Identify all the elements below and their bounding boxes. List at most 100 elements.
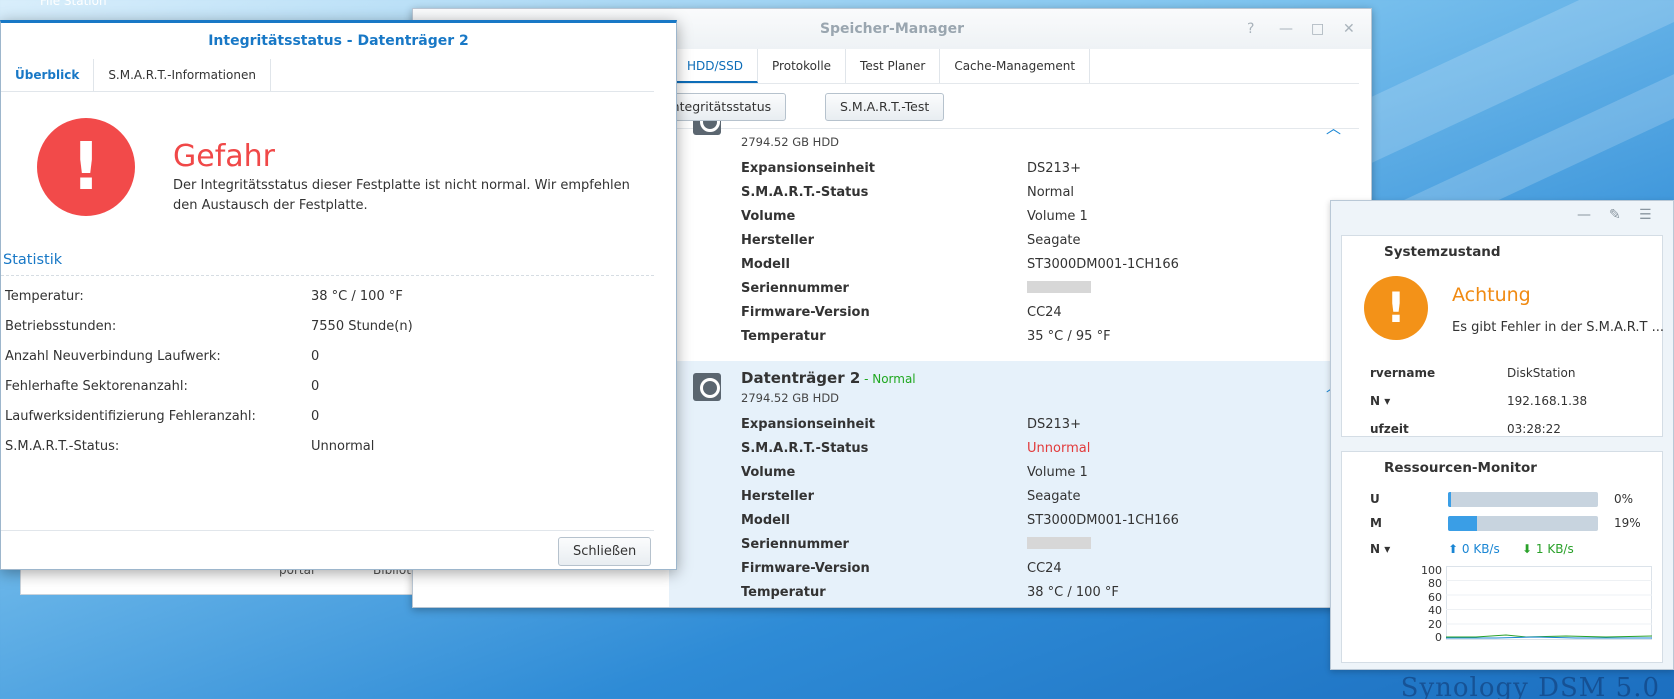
disk-2-size: 2794.52 GB HDD (741, 391, 840, 405)
minimize-icon[interactable]: — (1279, 21, 1293, 37)
row-value: Normal (1027, 185, 1075, 200)
stat-value: 0 (311, 409, 320, 424)
close-icon[interactable]: ✕ (1343, 21, 1355, 37)
stat-key: Laufwerksidentifizierung Fehleranzahl: (5, 409, 256, 424)
y-tick: 40 (1428, 604, 1442, 618)
smart-status-value: Unnormal (1027, 441, 1091, 456)
disk-2-name-text: Datenträger 2 (741, 369, 861, 387)
stat-key: Anzahl Neuverbindung Laufwerk: (5, 349, 221, 364)
serial-redacted (1027, 281, 1091, 297)
uptime-label: ufzeit (1370, 422, 1409, 436)
row-key: Firmware-Version (741, 561, 870, 576)
disk-1-panel[interactable]: 2794.52 GB HDD ︿ Expansionseinheit DS213+… (669, 121, 1355, 359)
row-key: S.M.A.R.T.-Status (741, 185, 869, 200)
stat-value: 0 (311, 379, 320, 394)
stat-value: 7550 Stunde(n) (311, 319, 413, 334)
row-key: Modell (741, 257, 790, 272)
row-key: Volume (741, 209, 796, 224)
collapse-chevron-icon[interactable]: ︿ (1326, 121, 1341, 138)
row-key: Hersteller (741, 489, 815, 504)
cpu-bar (1448, 492, 1598, 507)
cpu-value: 0% (1614, 492, 1634, 506)
dialog-title: Integritätsstatus - Datenträger 2 (208, 33, 469, 49)
cpu-bar-fill (1448, 492, 1451, 507)
smart-test-button[interactable]: S.M.A.R.T.-Test (825, 93, 945, 121)
integrity-status-dialog: Integritätsstatus - Datenträger 2 Überbl… (0, 20, 677, 570)
ip-address-value: 192.168.1.38 (1507, 394, 1588, 408)
disk-1-size: 2794.52 GB HDD (741, 135, 840, 149)
y-tick: 100 (1421, 564, 1442, 577)
y-tick: 0 (1435, 631, 1442, 645)
desktop-label: File Station (40, 0, 107, 8)
server-name-value: DiskStation (1507, 366, 1576, 380)
system-health-heading: Systemzustand (1384, 244, 1501, 260)
tab-overview[interactable]: Überblick (1, 59, 95, 91)
row-value: DS213+ (1027, 417, 1081, 432)
disk-2-panel[interactable]: Datenträger 2 - Normal 2794.52 GB HDD ︿ … (669, 361, 1355, 607)
row-key: Expansionseinheit (741, 417, 875, 432)
storage-manager-tabs: HDD/SSD Protokolle Test Planer Cache-Man… (673, 49, 1091, 83)
y-tick: 80 (1428, 577, 1442, 591)
ram-bar (1448, 516, 1598, 531)
close-button[interactable]: Schließen (558, 537, 652, 566)
y-tick: 60 (1428, 590, 1442, 604)
row-key: Volume (741, 465, 796, 480)
warning-icon: ! (1364, 276, 1428, 340)
lan-dropdown[interactable]: N ▾ (1370, 394, 1390, 408)
stat-value: 0 (311, 349, 320, 364)
resource-monitor-card: Ressourcen-Monitor U 0% M 19% N ▾ ⬆ 0 KB… (1341, 451, 1663, 663)
row-value: Volume 1 (1027, 465, 1088, 480)
widget-toolbar: — ✎ ☰ (1331, 201, 1673, 233)
ram-label: M (1370, 516, 1382, 530)
row-value: 38 °C / 100 °F (1027, 585, 1119, 600)
stat-key: Fehlerhafte Sektorenanzahl: (5, 379, 188, 394)
row-value: 35 °C / 95 °F (1027, 329, 1111, 344)
row-value: ST3000DM001-1CH166 (1027, 257, 1179, 272)
help-icon[interactable]: ? (1247, 21, 1254, 37)
cpu-label: U (1370, 492, 1380, 506)
row-key: Modell (741, 513, 790, 528)
stat-key: S.M.A.R.T.-Status: (5, 439, 120, 454)
ram-bar-fill (1448, 516, 1477, 531)
row-key: S.M.A.R.T.-Status (741, 441, 869, 456)
danger-message: Der Integritätsstatus dieser Festplatte … (173, 178, 630, 213)
network-chart (1446, 566, 1652, 640)
lan-select[interactable]: N ▾ (1370, 542, 1390, 556)
row-value: Seagate (1027, 489, 1081, 504)
y-tick: 20 (1428, 617, 1442, 631)
divider (1, 530, 654, 531)
download-rate: ⬇ 1 KB/s (1522, 542, 1574, 556)
row-key: Seriennummer (741, 281, 849, 296)
disk-list: 2794.52 GB HDD ︿ Expansionseinheit DS213+… (669, 121, 1355, 607)
row-key: Seriennummer (741, 537, 849, 552)
upload-rate: ⬆ 0 KB/s (1448, 542, 1500, 556)
uptime-value: 03:28:22 (1507, 422, 1561, 436)
serial-redacted (1027, 537, 1091, 553)
maximize-icon[interactable]: □ (1311, 21, 1324, 37)
stat-key: Betriebsstunden: (5, 319, 117, 334)
dsm-watermark: Synology DSM 5.0 (1400, 673, 1660, 699)
tab-hdd-ssd[interactable]: HDD/SSD (673, 49, 759, 83)
row-key: Temperatur (741, 585, 826, 600)
tab-smart-info[interactable]: S.M.A.R.T.-Informationen (94, 59, 271, 91)
dialog-tabs: Überblick S.M.A.R.T.-Informationen (1, 59, 271, 91)
minimize-icon[interactable]: — (1577, 207, 1591, 223)
row-value: Volume 1 (1027, 209, 1088, 224)
smart-status-value: Unnormal (311, 439, 375, 454)
pin-icon[interactable]: ✎ (1609, 207, 1621, 223)
row-value: Seagate (1027, 233, 1081, 248)
server-name-label: rvername (1370, 366, 1436, 380)
panel-menu-icon[interactable]: ☰ (1639, 207, 1652, 223)
ram-value: 19% (1614, 516, 1641, 530)
tab-protokolle[interactable]: Protokolle (758, 49, 847, 83)
disk-2-name: Datenträger 2 - Normal (741, 369, 916, 387)
tab-test-planer[interactable]: Test Planer (846, 49, 941, 83)
row-value: ST3000DM001-1CH166 (1027, 513, 1179, 528)
resource-monitor-heading: Ressourcen-Monitor (1384, 460, 1537, 476)
stat-key: Temperatur: (5, 289, 84, 304)
row-key: Temperatur (741, 329, 826, 344)
danger-title: Gefahr (173, 139, 275, 174)
disk-2-status: - Normal (860, 372, 916, 386)
tab-cache-management[interactable]: Cache-Management (940, 49, 1091, 83)
stat-value: 38 °C / 100 °F (311, 289, 403, 304)
